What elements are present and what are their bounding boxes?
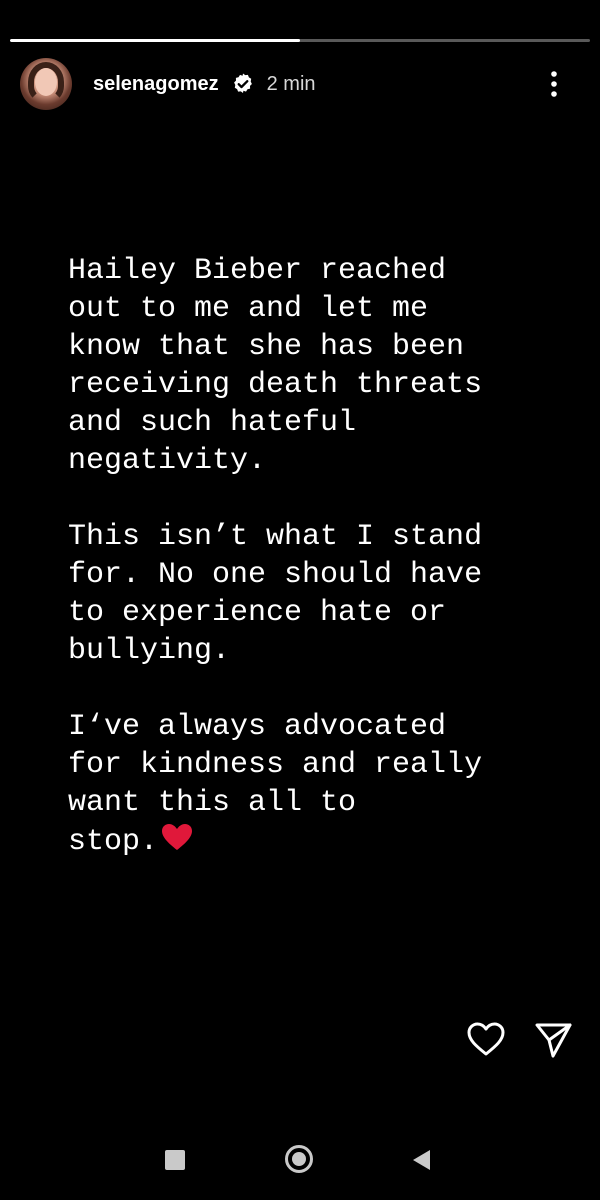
system-navigation-bar (0, 1120, 600, 1200)
like-button[interactable] (466, 1020, 506, 1060)
username[interactable]: selenagomez (93, 73, 219, 96)
story-progress-bar (10, 39, 590, 42)
share-button[interactable] (533, 1020, 573, 1060)
send-icon (535, 1023, 572, 1058)
avatar-face (35, 68, 57, 96)
home-circle-icon[interactable] (284, 1144, 314, 1174)
story-progress-fill (10, 39, 300, 42)
message-paragraph-3-text: I‘ve always advocated for kindness and r… (68, 710, 483, 859)
more-options-button[interactable] (542, 68, 566, 100)
message-paragraph-1: Hailey Bieber reached out to me and let … (68, 254, 483, 478)
message-paragraph-3: I‘ve always advocated for kindness and r… (68, 708, 568, 861)
story-timestamp: 2 min (266, 72, 316, 95)
recents-square-icon[interactable] (165, 1150, 185, 1170)
avatar[interactable] (20, 58, 72, 110)
verified-badge-icon (231, 72, 255, 96)
heart-outline-icon (467, 1022, 505, 1056)
more-vertical-icon (551, 71, 557, 97)
story-message: Hailey Bieber reached out to me and let … (68, 252, 568, 861)
back-triangle-icon[interactable] (410, 1148, 434, 1172)
message-paragraph-2: This isn’t what I stand for. No one shou… (68, 520, 483, 668)
red-heart-icon (160, 822, 194, 852)
story-viewer[interactable]: selenagomez 2 min Hailey Bieber reached … (0, 0, 600, 1200)
story-header: selenagomez 2 min (20, 58, 580, 110)
